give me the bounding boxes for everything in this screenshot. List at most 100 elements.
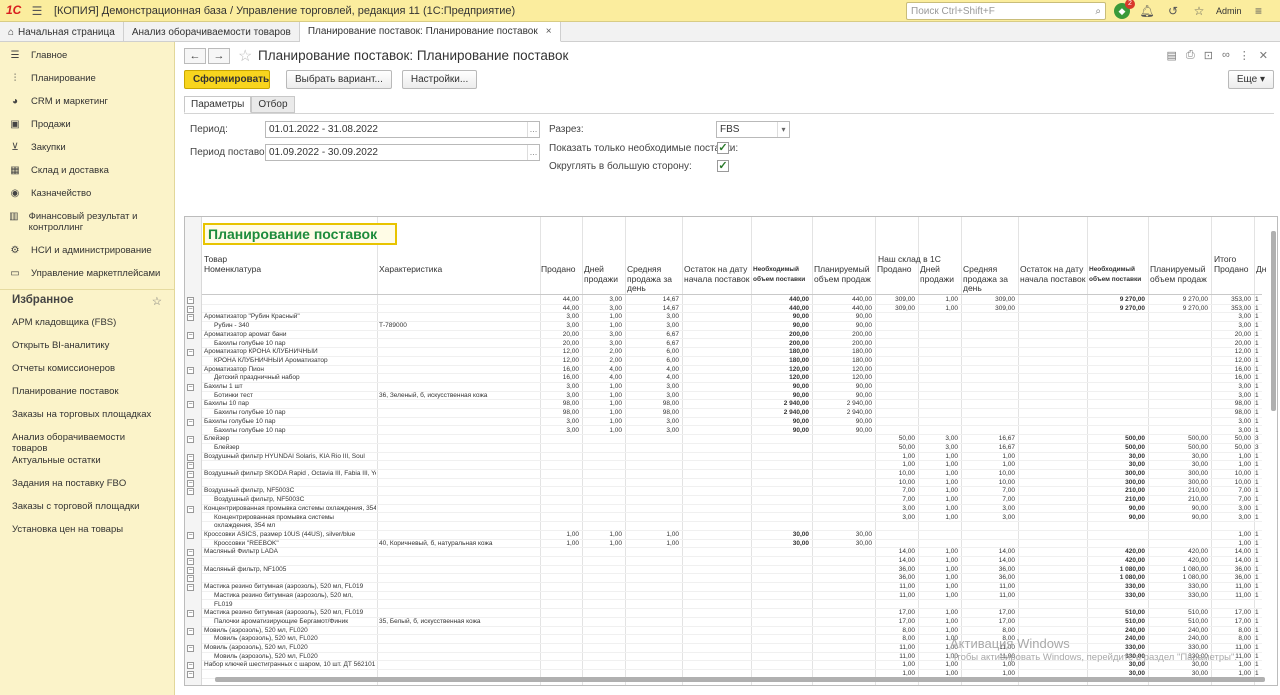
collapse-group-icon[interactable]: − <box>187 549 194 557</box>
table-row[interactable]: Мовиль (аэрозоль), 520 мл, FL020 8,00 1,00… <box>202 627 1262 636</box>
back-button[interactable]: ← <box>184 48 206 64</box>
tab-turnover-analysis[interactable]: Анализ оборачиваемости товаров <box>124 22 300 42</box>
table-row[interactable]: Бахилы голубые 10 пар 3,00 1,00 3,00 90,00 90… <box>202 427 1262 436</box>
collapse-group-icon[interactable]: − <box>187 305 194 313</box>
print-icon[interactable]: ⎙ <box>1186 49 1195 62</box>
collapse-group-icon[interactable]: − <box>187 436 194 444</box>
collapse-group-icon[interactable]: − <box>187 384 194 391</box>
table-row[interactable]: Воздушный фильтр, NF5003C 7,00 1,00 7,00 210… <box>202 487 1262 497</box>
collapse-group-icon[interactable]: − <box>187 575 194 583</box>
collapse-group-icon[interactable]: − <box>187 671 194 679</box>
favorite-item[interactable]: Установка цен на товары <box>0 519 174 542</box>
horizontal-scrollbar[interactable] <box>215 677 1265 682</box>
table-row[interactable]: Концентрированная промывка системы охлаж… <box>202 505 1262 514</box>
table-row[interactable]: Воздушный фильтр HYUNDAI Solaris, KIA Ri… <box>202 453 1262 462</box>
table-row[interactable]: Ботинки тест 36, Зеленый, б, искусственна… <box>202 392 1262 401</box>
sidebar-item-marketplaces[interactable]: ▭ Управление маркетплейсами <box>0 264 174 283</box>
sidebar-item-treasury[interactable]: ◉ Казначейство <box>0 184 174 203</box>
table-row[interactable]: Бахилы голубые 10 пар 98,00 1,00 98,00 2 940… <box>202 409 1262 418</box>
table-row[interactable]: Мастика резино битумная (аэрозоль), 520 … <box>202 609 1262 618</box>
round-up-checkbox[interactable]: ✓ <box>717 160 729 172</box>
period-field[interactable]: 01.01.2022 - 31.08.2022… <box>265 121 540 138</box>
save-icon[interactable]: ▤ <box>1167 49 1177 62</box>
collapse-group-icon[interactable]: − <box>187 566 194 574</box>
favorite-item[interactable]: Заказы на торговых площадках <box>0 404 174 427</box>
table-row[interactable]: 44,00 3,00 14,67 440,00 440,00 309,00 1,00 309,… <box>202 305 1262 314</box>
collapse-group-icon[interactable]: − <box>187 645 194 652</box>
sidebar-item-admin[interactable]: ⚙ НСИ и администрирование <box>0 241 174 260</box>
table-row[interactable]: Масляный Фильтр LADA 14,00 1,00 14,00 420,00… <box>202 548 1262 557</box>
collapse-group-icon[interactable]: − <box>187 418 194 426</box>
bell-icon[interactable]: 🔔︎ <box>1138 4 1156 18</box>
close-tab-icon[interactable]: × <box>546 26 552 37</box>
table-row[interactable]: Блейзер 50,00 3,00 16,67 500,00 500,00 50,00 3 <box>202 444 1262 453</box>
table-row[interactable]: Ароматизатор аромат бани 20,00 3,00 6,67 200… <box>202 331 1262 340</box>
collapse-group-icon[interactable]: − <box>187 314 194 322</box>
collapse-group-icon[interactable]: − <box>187 488 194 496</box>
collapse-group-icon[interactable]: − <box>187 471 194 478</box>
collapse-group-icon[interactable]: − <box>187 627 194 635</box>
table-row[interactable]: охлаждения, 354 мл <box>202 522 1262 531</box>
table-row[interactable]: Палочки ароматизирующие Бергамот/Финик 35… <box>202 618 1262 627</box>
table-row[interactable]: Концентрированная промывка системы 3,00 1,… <box>202 514 1262 523</box>
menu-icon[interactable]: ☰ <box>28 4 46 18</box>
table-row[interactable]: Воздушный фильтр, NF5003C 7,00 1,00 7,00 210… <box>202 496 1262 505</box>
dropdown-icon[interactable]: ▾ <box>777 122 789 137</box>
settings-menu-icon[interactable]: ≡ <box>1250 4 1268 18</box>
ellipsis-icon[interactable]: … <box>527 122 539 137</box>
sidebar-item-crm[interactable]: ◕ CRM и маркетинг <box>0 92 174 111</box>
only-needed-checkbox[interactable]: ✓ <box>717 142 729 154</box>
collapse-group-icon[interactable]: − <box>187 610 194 618</box>
table-row[interactable]: КРОНА КЛУБНИЧНЫЙ Ароматизатор 12,00 2,00 6,… <box>202 357 1262 366</box>
table-row[interactable]: 36,00 1,00 36,00 1 080,00 1 080,00 36,00 1 <box>202 574 1262 584</box>
collapse-group-icon[interactable]: − <box>187 662 194 670</box>
table-row[interactable]: Кроссовки "REEBOK" 40, Коричневый, б, нат… <box>202 540 1262 549</box>
tab-filter[interactable]: Отбор <box>251 96 295 113</box>
lock-icon[interactable]: ⊡ <box>1204 49 1213 62</box>
star-icon[interactable]: ☆ <box>152 294 162 308</box>
tab-supply-planning[interactable]: Планирование поставок: Планирование пост… <box>299 22 561 42</box>
table-row[interactable]: Блейзер 50,00 3,00 16,67 500,00 500,00 50,00 3 <box>202 435 1262 444</box>
table-row[interactable]: Мастика резино битумная (аэрозоль), 520 … <box>202 583 1262 592</box>
collapse-group-icon[interactable]: − <box>187 453 194 461</box>
collapse-group-icon[interactable]: − <box>187 479 194 487</box>
favorite-star-icon[interactable]: ☆ <box>238 46 252 66</box>
table-row[interactable]: FL019 <box>202 601 1262 610</box>
table-row[interactable]: Детский праздничный набор 16,00 4,00 4,00 12… <box>202 374 1262 383</box>
link-icon[interactable]: ∞ <box>1222 49 1230 62</box>
sidebar-item-purchases[interactable]: ⊻ Закупки <box>0 138 174 157</box>
report-spreadsheet[interactable]: − − − − − − − − − − − − − − − − − − − − − − − − − − − Товар Наш скл… <box>184 216 1278 686</box>
section-select[interactable]: FBS ▾ <box>716 121 790 138</box>
settings-button[interactable]: Настройки... <box>401 70 478 89</box>
vertical-scrollbar[interactable] <box>1271 231 1276 411</box>
table-row[interactable]: Масляный фильтр, NF1005 36,00 1,00 36,00 1 0… <box>202 566 1262 575</box>
table-row[interactable]: Рубин - 340 Т-789000 3,00 1,00 3,00 90,00 90,0… <box>202 322 1262 331</box>
favorites-star-icon[interactable]: ☆ <box>1190 4 1208 18</box>
table-row[interactable]: Бахилы голубые 10 пар 20,00 3,00 6,67 200,00… <box>202 340 1262 349</box>
more-vertical-icon[interactable]: ⋮ <box>1239 49 1250 62</box>
favorite-item[interactable]: Планирование поставок <box>0 381 174 404</box>
generate-button[interactable]: Сформировать <box>184 70 270 89</box>
table-row[interactable]: Ароматизатор КРОНА КЛУБНИЧНЫЙ 12,00 2,00 6,… <box>202 348 1262 357</box>
collapse-group-icon[interactable]: − <box>187 331 194 339</box>
table-row[interactable]: Бахилы голубые 10 пар 3,00 1,00 3,00 90,00 90… <box>202 418 1262 427</box>
forward-button[interactable]: → <box>208 48 230 64</box>
collapse-group-icon[interactable]: − <box>187 366 194 374</box>
table-row[interactable]: Бахилы 10 пар 98,00 1,00 98,00 2 940,00 2 940… <box>202 400 1262 410</box>
sidebar-item-finance[interactable]: ▥ Финансовый результат и контроллинг <box>0 207 174 237</box>
table-row[interactable]: Мастика резино битумная (аэрозоль), 520 … <box>202 592 1262 601</box>
favorite-item[interactable]: АРМ кладовщика (FBS) <box>0 312 174 335</box>
collapse-group-icon[interactable]: − <box>187 558 194 565</box>
collapse-group-icon[interactable]: − <box>187 462 194 470</box>
ellipsis-icon[interactable]: … <box>527 145 539 160</box>
table-row[interactable]: 1,00 1,00 1,00 30,00 30,00 1,00 1 <box>202 461 1262 470</box>
table-row[interactable]: 10,00 1,00 10,00 300,00 300,00 10,00 1 <box>202 479 1262 488</box>
collapse-group-icon[interactable]: − <box>187 531 194 539</box>
collapse-group-icon[interactable]: − <box>187 349 194 357</box>
favorite-item[interactable]: Заказы с торговой площадки <box>0 496 174 519</box>
favorite-item[interactable]: Открыть BI-аналитику <box>0 335 174 358</box>
collapse-group-icon[interactable]: − <box>187 584 194 592</box>
sidebar-item-warehouse[interactable]: ▦ Склад и доставка <box>0 161 174 180</box>
tab-parameters[interactable]: Параметры <box>184 96 252 113</box>
table-row[interactable]: 14,00 1,00 14,00 420,00 420,00 14,00 1 <box>202 557 1262 566</box>
